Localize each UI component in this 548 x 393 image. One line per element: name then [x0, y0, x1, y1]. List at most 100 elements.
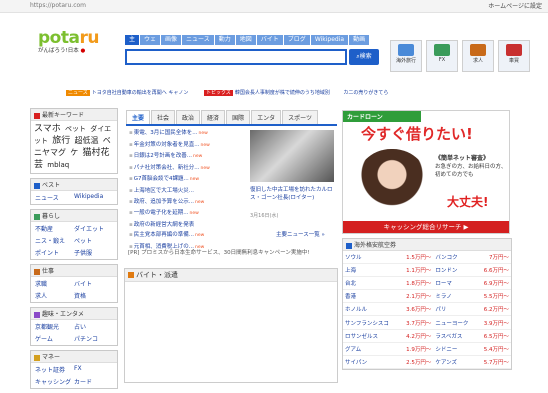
- category-link[interactable]: ネット証券: [35, 365, 74, 374]
- headline-text: 政府の新経営大綱を発表: [133, 221, 195, 228]
- headline-item[interactable]: ▪一般の電子化を延期...new: [129, 208, 247, 220]
- flight-destination: ホノルル: [343, 302, 400, 317]
- headline-item[interactable]: ▪年金対策の対象者を見直...new: [129, 140, 247, 152]
- flight-row[interactable]: サンフランシスコ 3.7万円〜 ニューヨーク 3.9万円〜: [343, 315, 511, 330]
- keyword-link[interactable]: 旅行: [52, 136, 70, 146]
- japan-flag-icon: ●: [80, 48, 86, 54]
- news-photo[interactable]: [250, 130, 334, 182]
- flight-row[interactable]: 台北 1.8万円〜 ローマ 6.9万円〜: [343, 276, 511, 291]
- category-link[interactable]: 求職: [35, 279, 74, 288]
- search-tab[interactable]: ニュース: [182, 35, 215, 45]
- category-link[interactable]: カード: [74, 377, 113, 386]
- category-link[interactable]: 子供服: [74, 248, 113, 257]
- news-tab[interactable]: 社会: [151, 110, 176, 124]
- search-tab[interactable]: 動画: [349, 35, 371, 45]
- headline-text: 一般の電子化を延期...: [133, 210, 189, 217]
- headline-item[interactable]: ▪パナ社対策会社、新社分...new: [129, 163, 247, 175]
- headline-item[interactable]: ▪政府、追加予算を公示...new: [129, 197, 247, 209]
- keyword-link[interactable]: mblaq: [47, 161, 69, 169]
- search-input[interactable]: [125, 49, 347, 65]
- news-tab[interactable]: 国際: [226, 110, 251, 124]
- search-tab[interactable]: 主: [125, 35, 141, 45]
- site-logo[interactable]: potaru がんばろう!日本 ●: [38, 28, 99, 54]
- headline-item[interactable]: ▪東電、3月に国民全体を...new: [129, 128, 247, 140]
- flight-price: 5.7万円〜: [476, 355, 511, 369]
- category-link[interactable]: 求人: [35, 291, 74, 300]
- category-icon: [34, 311, 40, 318]
- search-tab[interactable]: Wikipedia: [310, 35, 350, 45]
- news-tab[interactable]: エンタ: [251, 110, 282, 124]
- more-news-link[interactable]: 主要ニュース一覧 »: [276, 230, 325, 238]
- category-link[interactable]: ゲーム: [35, 334, 74, 343]
- flight-row[interactable]: サイパン 2.5万円〜 ケアンズ 5.7万円〜: [343, 355, 511, 369]
- flight-price: 1.9万円〜: [399, 342, 434, 356]
- category-link[interactable]: 京都観光: [35, 322, 74, 331]
- flight-price: 7万円〜: [476, 251, 511, 265]
- category-link[interactable]: 不動産: [35, 224, 74, 233]
- flight-box: 海外格安航空券 ソウル 1.5万円〜 バンコク 7万円〜 上海 1.1万円〜 ロンドン 6.6…: [342, 238, 512, 370]
- search-tab[interactable]: バイト: [256, 35, 284, 45]
- ticker-tag: ニュース: [66, 90, 90, 96]
- flight-row[interactable]: 香港 2.1万円〜 ミラノ 5.5万円〜: [343, 289, 511, 304]
- box-title: 仕事: [42, 268, 55, 275]
- photo-caption[interactable]: 復旧した中古工場を訪れたカルロス・ゴーン社長(ロイター): [250, 186, 336, 202]
- news-tab[interactable]: 政治: [176, 110, 201, 124]
- ticker-link[interactable]: カ二の売りがきてら: [343, 90, 388, 96]
- news-body: ▪東電、3月に国民全体を...new ▪年金対策の対象者を見直...new ▪日…: [126, 126, 337, 250]
- category-link[interactable]: パチンコ: [74, 334, 113, 343]
- headline-item[interactable]: ▪G7首脳会談で4課題...new: [129, 174, 247, 186]
- search-tab[interactable]: 地図: [235, 35, 257, 45]
- category-link[interactable]: ニス・鍛え: [35, 236, 74, 245]
- news-ticker: ニュース トヨタ自社自動車の輸出を再開へ キャノン トピックス 韓国会長人事制度が株…: [66, 89, 546, 97]
- keyword-link[interactable]: 超低温: [74, 136, 98, 145]
- flight-row[interactable]: ロサンゼルス 4.2万円〜 ラスベガス 6.5万円〜: [343, 329, 511, 343]
- flight-row[interactable]: 上海 1.1万円〜 ロンドン 6.6万円〜: [343, 263, 511, 278]
- box-title: 趣味・エンタメ: [42, 311, 84, 318]
- ad-banner[interactable]: カードローン 今すぐ借りたい! 《簡単ネット審査》 お急ぎの方、お給料日の方、初…: [342, 110, 510, 234]
- category-link[interactable]: バイト: [74, 279, 113, 288]
- headline-item[interactable]: ▪民主党本部再編の準備...new: [129, 230, 247, 242]
- quick-link-fx[interactable]: FX: [426, 40, 458, 72]
- category-link[interactable]: FX: [74, 365, 113, 374]
- quick-link-car[interactable]: 車買: [498, 40, 530, 72]
- chart-icon: [434, 44, 450, 56]
- search-tab[interactable]: 動力: [214, 35, 236, 45]
- search-tab[interactable]: 画像: [161, 35, 183, 45]
- news-tab[interactable]: 経済: [201, 110, 226, 124]
- search-tab[interactable]: ブログ: [283, 35, 311, 45]
- category-link[interactable]: ポイント: [35, 248, 74, 257]
- flight-row[interactable]: グアム 1.9万円〜 シドニー 5.4万円〜: [343, 342, 511, 356]
- quick-link-travel[interactable]: 海外旅行: [390, 40, 422, 72]
- search-tab[interactable]: ウェ: [140, 35, 162, 45]
- flight-row[interactable]: ホノルル 3.6万円〜 パリ 6.2万円〜: [343, 302, 511, 317]
- flight-row[interactable]: ソウル 1.5万円〜 バンコク 7万円〜: [343, 251, 511, 265]
- ticker-link[interactable]: 韓国会長人事制度が株で続伸のうち地域別: [235, 90, 330, 96]
- category-link[interactable]: Wikipedia: [74, 193, 113, 202]
- keyword-link[interactable]: スマホ: [34, 124, 61, 134]
- headline-item[interactable]: ▪上海地区で大工場火災...: [129, 186, 247, 197]
- category-link[interactable]: 資格: [74, 291, 113, 300]
- category-link[interactable]: ダイエット: [74, 224, 113, 233]
- headline-item[interactable]: ▪日銀は2号計画を改善...new: [129, 151, 247, 163]
- category-link[interactable]: ニュース: [35, 193, 74, 202]
- keyword-link[interactable]: ペット: [65, 125, 86, 133]
- keyword-link[interactable]: ケ: [70, 148, 78, 157]
- flight-price: 5.4万円〜: [476, 342, 511, 356]
- headline-item[interactable]: ▪政府の新経営大綱を発表: [129, 220, 247, 231]
- category-link[interactable]: キャッシング: [35, 377, 74, 386]
- news-tab[interactable]: スポーツ: [282, 110, 318, 124]
- category-link[interactable]: 占い: [74, 322, 113, 331]
- quick-link-label: FX: [438, 57, 446, 63]
- life-box: 暮らし 不動産 ダイエット ニス・鍛え ペット ポイント 子供服: [30, 209, 118, 260]
- search-area: 主 ウェ 画像 ニュース 動力 地図 バイト ブログ Wikipedia 動画 …: [125, 35, 381, 67]
- news-tab[interactable]: 主要: [126, 110, 151, 124]
- quick-link-jobs[interactable]: 求人: [462, 40, 494, 72]
- pr-text-link[interactable]: [PR] プロミスから日本生命サービス、30日間無利息キャンペーン実施中!: [128, 248, 310, 256]
- flight-destination: サンフランシスコ: [343, 315, 400, 330]
- search-button[interactable]: ⌕検索: [349, 49, 379, 65]
- briefcase-icon: [470, 44, 486, 56]
- set-homepage-link[interactable]: ホームページに設定: [488, 1, 542, 10]
- category-icon: [34, 182, 40, 189]
- category-link[interactable]: ペット: [74, 236, 113, 245]
- ticker-link[interactable]: トヨタ自社自動車の輸出を再開へ キャノン: [92, 90, 189, 96]
